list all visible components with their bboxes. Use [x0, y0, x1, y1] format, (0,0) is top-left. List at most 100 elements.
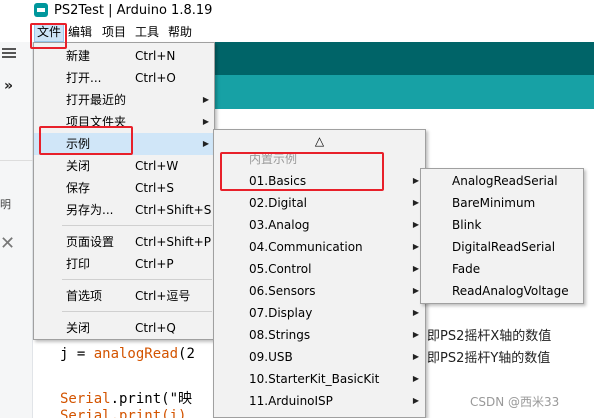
examples-menu-item[interactable]: 01.Basics ▶: [214, 170, 425, 192]
menu-item-label: 07.Display: [249, 306, 313, 320]
file-menu-item[interactable]: 关闭 Ctrl+W: [34, 155, 214, 177]
basics-menu-item[interactable]: BareMinimum: [421, 192, 583, 214]
file-menu-item[interactable]: 打印 Ctrl+P: [34, 253, 214, 275]
menu-item-label: 06.Sensors: [249, 284, 316, 298]
menubar: 文件 编辑 项目 工具 帮助: [0, 22, 594, 42]
examples-menu-item[interactable]: 10.StarterKit_BasicKit ▶: [214, 368, 425, 390]
file-menu-item[interactable]: 保存 Ctrl+S: [34, 177, 214, 199]
section-header: 内置示例: [249, 152, 298, 166]
menu-item-label: 保存: [66, 181, 91, 195]
basics-menu-item[interactable]: Blink: [421, 214, 583, 236]
file-menu-item[interactable]: 打开最近的 ▶: [34, 89, 214, 111]
submenu-arrow-icon: ▶: [412, 220, 419, 229]
menu-item-label: 打开最近的: [66, 93, 127, 107]
menu-item-shortcut: Ctrl+N: [135, 49, 176, 63]
menu-item-label: 04.Communication: [249, 240, 363, 254]
menu-item-label: Fade: [452, 262, 481, 276]
tab-band: [213, 75, 594, 109]
code-line-3: Serial.print(i): [60, 408, 187, 418]
menu-item-shortcut: Ctrl+逗号: [135, 289, 191, 303]
menu-item-label: 01.Basics: [249, 174, 307, 188]
file-menu-item[interactable]: 首选项 Ctrl+逗号: [34, 285, 214, 307]
submenu-arrow-icon: ▶: [202, 117, 209, 126]
sidebar-fragment-text: 明: [0, 198, 11, 211]
menu-separator: [62, 311, 212, 312]
file-menu-item[interactable]: 另存为... Ctrl+Shift+S: [34, 199, 214, 221]
title-bar: PS2Test | Arduino 1.8.19: [0, 0, 594, 22]
submenu-arrow-icon: ▶: [202, 95, 209, 104]
examples-menu-item[interactable]: 06.Sensors ▶: [214, 280, 425, 302]
menu-item-label: 首选项: [66, 289, 103, 303]
submenu-arrow-icon: ▶: [412, 264, 419, 273]
basics-menu-item[interactable]: Fade: [421, 258, 583, 280]
menu-sketch[interactable]: 项目: [100, 24, 128, 41]
menu-item-label: 05.Control: [249, 262, 312, 276]
menu-item-label: AnalogReadSerial: [452, 174, 558, 188]
menu-item-label: 09.USB: [249, 350, 293, 364]
submenu-arrow-icon: ▶: [412, 396, 419, 405]
scroll-up-icon[interactable]: △: [214, 130, 425, 152]
menu-item-shortcut: Ctrl+S: [135, 181, 175, 195]
menu-item-label: 11.ArduinoISP: [249, 394, 333, 408]
menu-item-label: 10.StarterKit_BasicKit: [249, 372, 380, 386]
code-comment: 即PS2摇杆X轴的数值: [427, 329, 552, 344]
menu-item-label: 项目文件夹: [66, 115, 127, 129]
close-icon[interactable]: ✕: [0, 233, 15, 254]
menu-item-label: 03.Analog: [249, 218, 310, 232]
submenu-arrow-icon: ▶: [412, 286, 419, 295]
toolbar-band: [213, 42, 594, 75]
menu-item-label: 新建: [66, 49, 91, 63]
menu-file[interactable]: 文件: [33, 23, 65, 42]
submenu-arrow-icon: ▶: [412, 308, 419, 317]
window-title: PS2Test | Arduino 1.8.19: [54, 3, 213, 18]
file-menu-item[interactable]: 新建 Ctrl+N: [34, 45, 214, 67]
hamburger-menu-icon[interactable]: [2, 48, 16, 58]
examples-menu-item[interactable]: 07.Display ▶: [214, 302, 425, 324]
submenu-arrow-icon: ▶: [202, 139, 209, 148]
menu-item-label: Blink: [452, 218, 482, 232]
menu-item-label: 另存为...: [66, 203, 114, 217]
examples-menu-item[interactable]: 04.Communication ▶: [214, 236, 425, 258]
left-panel: [0, 42, 33, 418]
menu-item-label: 打开...: [66, 71, 102, 85]
basics-menu-item[interactable]: DigitalReadSerial: [421, 236, 583, 258]
examples-menu-item[interactable]: 05.Control ▶: [214, 258, 425, 280]
basics-menu: AnalogReadSerial BareMinimum Blink DigitalR…: [420, 168, 584, 304]
file-menu-item[interactable]: 打开... Ctrl+O: [34, 67, 214, 89]
menu-item-label: 关闭: [66, 159, 91, 173]
menu-item-label: 关闭: [66, 321, 91, 335]
menu-item-label: DigitalReadSerial: [452, 240, 556, 254]
menu-help[interactable]: 帮助: [166, 24, 194, 41]
watermark: CSDN @西米33: [470, 395, 560, 409]
basics-menu-item[interactable]: AnalogReadSerial: [421, 170, 583, 192]
menu-item-shortcut: Ctrl+Q: [135, 321, 176, 335]
code-line-2: Serial.print("映: [60, 391, 193, 407]
menu-separator: [62, 279, 212, 280]
submenu-arrow-icon: ▶: [412, 374, 419, 383]
menu-edit[interactable]: 编辑: [66, 24, 94, 41]
examples-menu-item[interactable]: 11.ArduinoISP ▶: [214, 390, 425, 412]
menu-item-label: 页面设置: [66, 235, 115, 249]
menu-tools[interactable]: 工具: [133, 24, 161, 41]
sidebar-divider: [0, 160, 33, 161]
arduino-logo-icon: [34, 3, 48, 17]
menu-item-shortcut: Ctrl+W: [135, 159, 179, 173]
examples-menu-item[interactable]: 08.Strings ▶: [214, 324, 425, 346]
file-menu-item[interactable]: 示例 ▶: [34, 133, 214, 155]
menu-item-shortcut: Ctrl+Shift+S: [135, 203, 212, 217]
file-menu-item[interactable]: 页面设置 Ctrl+Shift+P: [34, 231, 214, 253]
menu-item-label: 08.Strings: [249, 328, 311, 342]
menu-item-label: ReadAnalogVoltage: [452, 284, 569, 298]
basics-menu-item[interactable]: ReadAnalogVoltage: [421, 280, 583, 302]
file-menu-item[interactable]: 关闭 Ctrl+Q: [34, 317, 214, 339]
menu-separator: [62, 225, 212, 226]
examples-menu-item[interactable]: 02.Digital ▶: [214, 192, 425, 214]
examples-menu-item[interactable]: 09.USB ▶: [214, 346, 425, 368]
menu-item-label: 02.Digital: [249, 196, 308, 210]
expand-chevron-icon[interactable]: »: [4, 78, 13, 94]
menu-item-shortcut: Ctrl+P: [135, 257, 174, 271]
file-menu-item[interactable]: 项目文件夹 ▶: [34, 111, 214, 133]
menu-item-label: BareMinimum: [452, 196, 536, 210]
examples-menu-item[interactable]: 03.Analog ▶: [214, 214, 425, 236]
menu-item-shortcut: Ctrl+O: [135, 71, 176, 85]
